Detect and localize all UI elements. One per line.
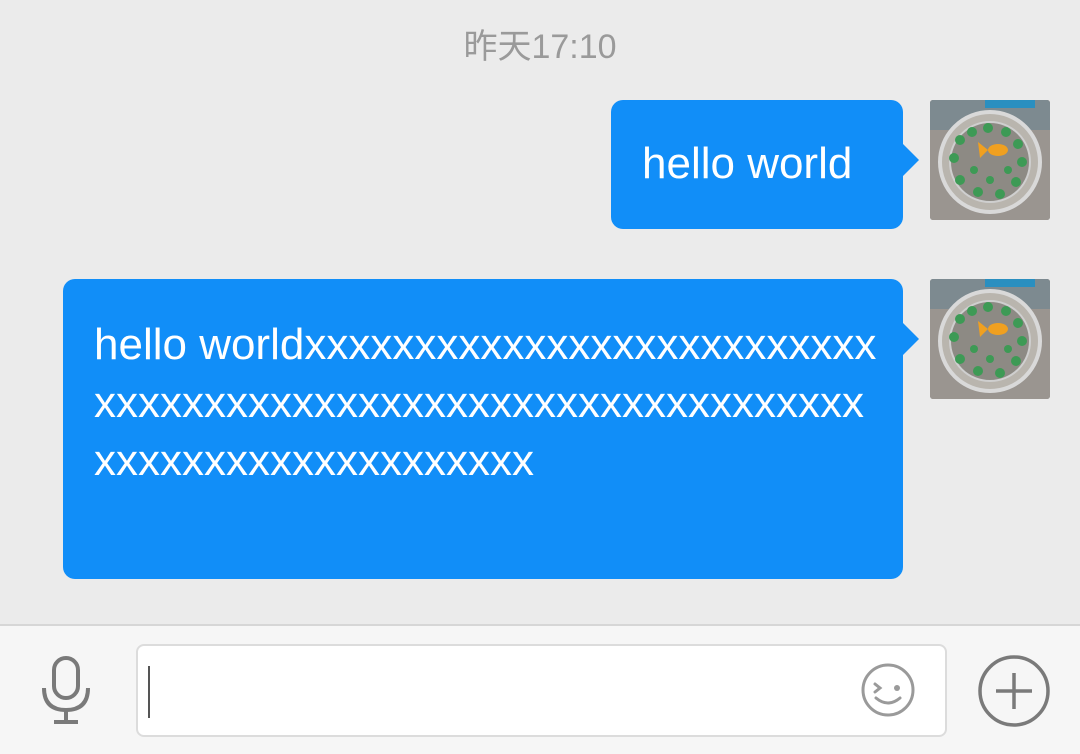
microphone-icon	[42, 656, 90, 724]
more-options-button[interactable]	[977, 654, 1051, 728]
message-bubble[interactable]: hello world	[611, 100, 919, 229]
emoji-icon	[861, 663, 915, 717]
input-bar	[0, 624, 1080, 754]
chat-area: 昨天17:10 hello world hello worldxxxxxxxxx…	[0, 0, 1080, 624]
user-avatar[interactable]	[930, 100, 1050, 220]
message-text: hello worldxxxxxxxxxxxxxxxxxxxxxxxxxxxxx…	[94, 320, 877, 485]
goldfish-bowl-avatar-icon	[930, 279, 1050, 399]
goldfish-bowl-avatar-icon	[930, 100, 1050, 220]
voice-input-button[interactable]	[36, 656, 96, 726]
message-input[interactable]	[136, 644, 947, 737]
plus-circle-icon	[978, 655, 1050, 727]
message-timestamp: 昨天17:10	[463, 28, 617, 66]
text-caret	[148, 666, 150, 718]
message-bubble[interactable]: hello worldxxxxxxxxxxxxxxxxxxxxxxxxxxxxx…	[63, 279, 919, 579]
message-text: hello world	[642, 139, 853, 188]
user-avatar[interactable]	[930, 279, 1050, 399]
emoji-button[interactable]	[860, 662, 916, 718]
